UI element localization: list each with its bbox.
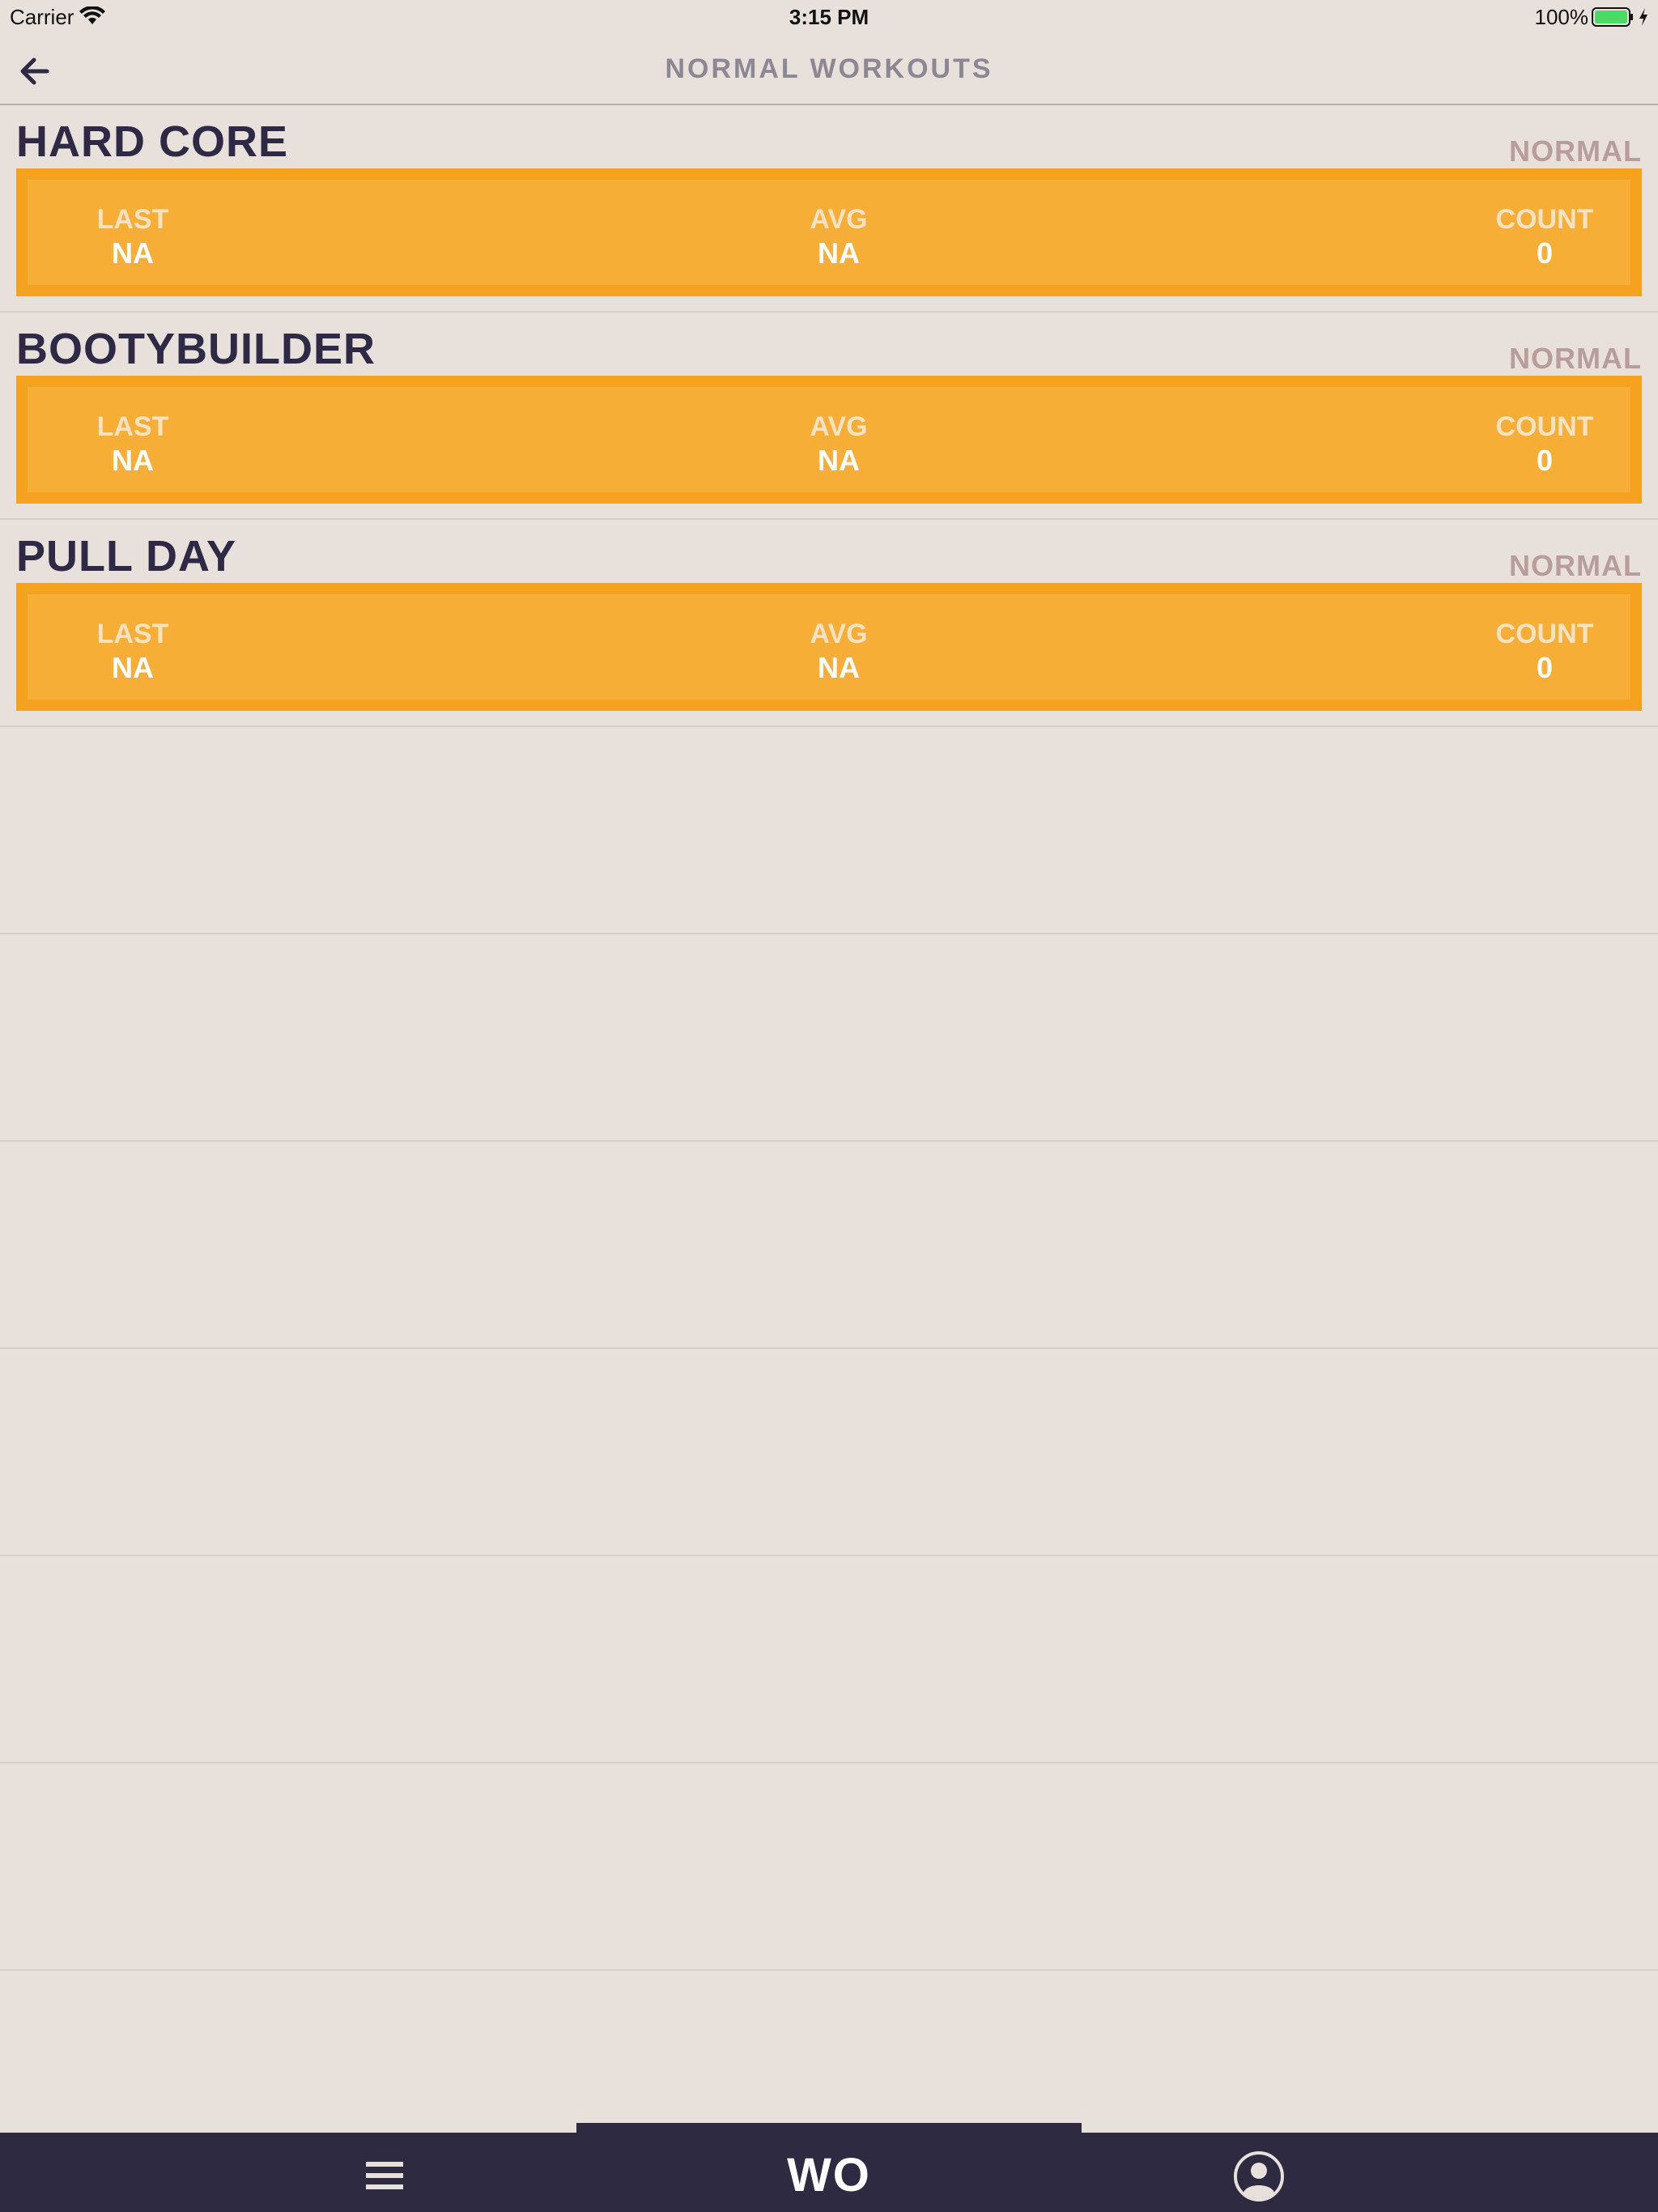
stat-value: NA — [112, 651, 154, 684]
workout-row[interactable]: BOOTYBUILDER NORMAL LAST NA AVG NA COUNT… — [0, 313, 1658, 520]
workout-stats-card[interactable]: LAST NA AVG NA COUNT 0 — [16, 376, 1642, 504]
stat-value: 0 — [1536, 444, 1554, 477]
stat-label: COUNT — [1495, 411, 1594, 442]
hamburger-menu-icon — [366, 2162, 403, 2189]
empty-row — [0, 727, 1658, 934]
stat-avg: AVG NA — [733, 617, 944, 685]
stat-label: LAST — [96, 411, 169, 442]
empty-row — [0, 1142, 1658, 1349]
user-profile-icon — [1234, 2151, 1284, 2201]
stat-value: NA — [818, 444, 860, 477]
stat-label: LAST — [96, 204, 169, 235]
status-time: 3:15 PM — [789, 5, 869, 29]
stat-value: 0 — [1536, 651, 1554, 684]
navigation-bar: NORMAL WORKOUTS — [0, 36, 1658, 105]
tab-workouts[interactable]: WO — [748, 2147, 910, 2204]
stat-value: 0 — [1536, 236, 1554, 270]
workout-type-label: NORMAL — [1509, 342, 1642, 375]
workout-type-label: NORMAL — [1509, 134, 1642, 168]
stat-label: COUNT — [1495, 204, 1594, 235]
stat-avg: AVG NA — [733, 202, 944, 270]
stat-value: NA — [112, 444, 154, 477]
workout-stats-card[interactable]: LAST NA AVG NA COUNT 0 — [16, 168, 1642, 296]
stat-count: COUNT 0 — [1439, 410, 1650, 478]
empty-row — [0, 934, 1658, 1142]
stat-value: NA — [818, 236, 860, 270]
stat-label: LAST — [96, 619, 169, 649]
stat-value: NA — [112, 236, 154, 270]
empty-row — [0, 1763, 1658, 1971]
battery-percentage: 100% — [1534, 5, 1589, 29]
workout-row[interactable]: PULL DAY NORMAL LAST NA AVG NA COUNT 0 — [0, 520, 1658, 727]
workout-list: HARD CORE NORMAL LAST NA AVG NA COUNT 0 … — [0, 105, 1658, 1971]
stat-count: COUNT 0 — [1439, 617, 1650, 685]
stat-label: AVG — [810, 619, 868, 649]
battery-icon — [1592, 7, 1633, 27]
empty-row — [0, 1349, 1658, 1556]
workout-name: HARD CORE — [16, 117, 289, 166]
workout-stats-card[interactable]: LAST NA AVG NA COUNT 0 — [16, 583, 1642, 711]
tab-menu[interactable] — [340, 2147, 429, 2204]
charging-bolt-icon — [1639, 8, 1647, 26]
stat-label: AVG — [810, 411, 868, 442]
stat-last: LAST NA — [28, 410, 238, 478]
workout-name: BOOTYBUILDER — [16, 325, 376, 373]
stat-label: AVG — [810, 204, 868, 235]
stat-value: NA — [818, 651, 860, 684]
stat-last: LAST NA — [28, 202, 238, 270]
workout-name: PULL DAY — [16, 532, 237, 581]
stat-label: COUNT — [1495, 619, 1594, 649]
page-title: NORMAL WORKOUTS — [665, 53, 993, 84]
workout-type-label: NORMAL — [1509, 549, 1642, 582]
workout-row[interactable]: HARD CORE NORMAL LAST NA AVG NA COUNT 0 — [0, 105, 1658, 313]
status-bar: Carrier 3:15 PM 100% — [0, 0, 1658, 36]
tab-profile[interactable] — [1214, 2144, 1303, 2209]
stat-count: COUNT 0 — [1439, 202, 1650, 270]
tab-bar: WO — [0, 2133, 1658, 2212]
stat-avg: AVG NA — [733, 410, 944, 478]
empty-row — [0, 1556, 1658, 1763]
stat-last: LAST NA — [28, 617, 238, 685]
